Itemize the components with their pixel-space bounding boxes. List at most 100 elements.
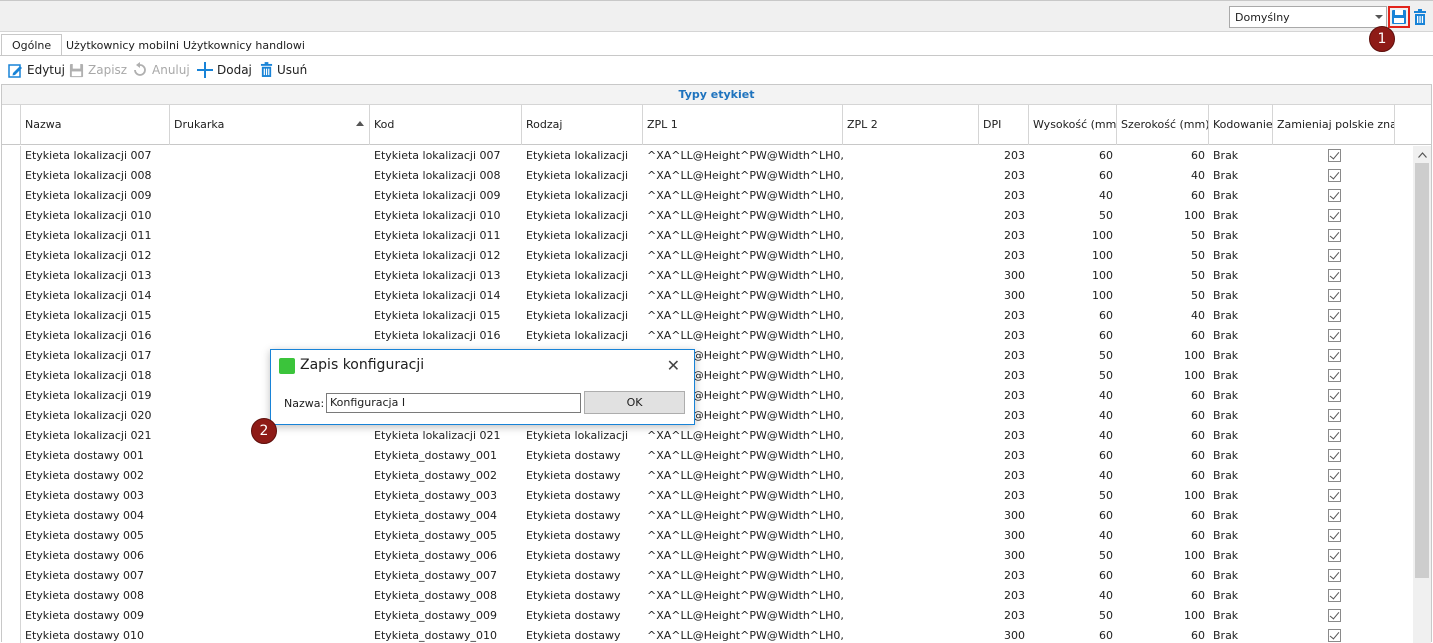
tab-mobile-users[interactable]: Użytkownicy mobilni	[56, 35, 189, 56]
table-row[interactable]: Etykieta lokalizacji 017 ^XA^LL@Height^PW…	[2, 346, 1413, 366]
tab-sales-users[interactable]: Użytkownicy handlowi	[173, 35, 315, 56]
table-row[interactable]: Etykieta lokalizacji 014 Etykieta lokaliz…	[2, 286, 1413, 306]
table-row[interactable]: Etykieta lokalizacji 011 Etykieta lokaliz…	[2, 226, 1413, 246]
replace-polish-checkbox[interactable]	[1328, 309, 1341, 322]
header-width[interactable]: Szerokość (mm)	[1117, 105, 1209, 145]
table-row[interactable]: Etykieta lokalizacji 016 Etykieta lokaliz…	[2, 326, 1413, 346]
table-row[interactable]: Etykieta dostawy 007 Etykieta_dostawy_007…	[2, 566, 1413, 586]
header-zpl1[interactable]: ZPL 1	[643, 105, 843, 145]
table-row[interactable]: Etykieta lokalizacji 018 ^XA^LL@Height^PW…	[2, 366, 1413, 386]
replace-polish-checkbox[interactable]	[1328, 529, 1341, 542]
replace-polish-checkbox[interactable]	[1328, 609, 1341, 622]
table-row[interactable]: Etykieta dostawy 003 Etykieta_dostawy_003…	[2, 486, 1413, 506]
table-row[interactable]: Etykieta lokalizacji 015 Etykieta lokaliz…	[2, 306, 1413, 326]
replace-polish-checkbox[interactable]	[1328, 469, 1341, 482]
header-printer[interactable]: Drukarka	[170, 105, 370, 145]
table-row[interactable]: Etykieta dostawy 009 Etykieta_dostawy_009…	[2, 606, 1413, 626]
header-dpi[interactable]: DPI	[979, 105, 1029, 145]
header-encoding[interactable]: Kodowanie	[1209, 105, 1273, 145]
replace-polish-checkbox[interactable]	[1328, 429, 1341, 442]
table-row[interactable]: Etykieta lokalizacji 021 Etykieta lokaliz…	[2, 426, 1413, 446]
cell-zpl2	[843, 286, 979, 306]
replace-polish-checkbox[interactable]	[1328, 169, 1341, 182]
table-row[interactable]: Etykieta dostawy 002 Etykieta_dostawy_002…	[2, 466, 1413, 486]
replace-polish-checkbox[interactable]	[1328, 349, 1341, 362]
cell-code: Etykieta lokalizacji 016	[374, 329, 501, 342]
replace-polish-checkbox[interactable]	[1328, 189, 1341, 202]
table-row[interactable]: Etykieta lokalizacji 009 Etykieta lokaliz…	[2, 186, 1413, 206]
header-kind[interactable]: Rodzaj	[522, 105, 643, 145]
replace-polish-checkbox[interactable]	[1328, 589, 1341, 602]
edit-button[interactable]: Edytuj	[8, 60, 65, 80]
replace-polish-checkbox[interactable]	[1328, 149, 1341, 162]
cell-kind: Etykieta dostawy	[526, 609, 621, 622]
cell-zpl1: ^XA^LL@Height^PW@Width^LH0,0...	[647, 189, 843, 202]
table-row[interactable]: Etykieta dostawy 005 Etykieta_dostawy_005…	[2, 526, 1413, 546]
header-code[interactable]: Kod	[370, 105, 522, 145]
table-row[interactable]: Etykieta lokalizacji 012 Etykieta lokaliz…	[2, 246, 1413, 266]
replace-polish-checkbox[interactable]	[1328, 569, 1341, 582]
replace-polish-checkbox[interactable]	[1328, 389, 1341, 402]
replace-polish-checkbox[interactable]	[1328, 549, 1341, 562]
replace-polish-checkbox[interactable]	[1328, 229, 1341, 242]
configuration-select[interactable]: Domyślny	[1229, 6, 1387, 28]
replace-polish-checkbox[interactable]	[1328, 209, 1341, 222]
delete-button[interactable]: Usuń	[260, 60, 307, 80]
scroll-up-icon[interactable]	[1413, 146, 1431, 163]
sort-ascending-icon	[356, 121, 364, 126]
cell-height: 60	[1099, 569, 1113, 582]
table-row[interactable]: Etykieta lokalizacji 010 Etykieta lokaliz…	[2, 206, 1413, 226]
cell-dpi: 203	[1004, 589, 1025, 602]
table-row[interactable]: Etykieta lokalizacji 020 ^XA^LL@Height^PW…	[2, 406, 1413, 426]
replace-polish-checkbox[interactable]	[1328, 409, 1341, 422]
header-replace-polish[interactable]: Zamieniaj polskie znaki	[1273, 105, 1395, 145]
replace-polish-checkbox[interactable]	[1328, 329, 1341, 342]
table-row[interactable]: Etykieta lokalizacji 007 Etykieta lokaliz…	[2, 146, 1413, 166]
dialog-titlebar[interactable]: Zapis konfiguracji ✕	[271, 350, 694, 382]
header-zpl2[interactable]: ZPL 2	[843, 105, 979, 145]
table-row[interactable]: Etykieta dostawy 008 Etykieta_dostawy_008…	[2, 586, 1413, 606]
table-row[interactable]: Etykieta dostawy 010 Etykieta_dostawy_010…	[2, 626, 1413, 643]
cell-code: Etykieta lokalizacji 008	[374, 169, 501, 182]
close-icon[interactable]: ✕	[667, 356, 680, 375]
add-button[interactable]: Dodaj	[197, 60, 252, 80]
replace-polish-checkbox[interactable]	[1328, 269, 1341, 282]
cell-encoding: Brak	[1213, 149, 1239, 162]
replace-polish-checkbox[interactable]	[1328, 289, 1341, 302]
cell-height: 100	[1092, 289, 1113, 302]
table-row[interactable]: Etykieta lokalizacji 013 Etykieta lokaliz…	[2, 266, 1413, 286]
table-row[interactable]: Etykieta lokalizacji 008 Etykieta lokaliz…	[2, 166, 1413, 186]
save-configuration-button[interactable]	[1388, 6, 1410, 28]
table-row[interactable]: Etykieta dostawy 006 Etykieta_dostawy_006…	[2, 546, 1413, 566]
replace-polish-checkbox[interactable]	[1328, 449, 1341, 462]
replace-polish-checkbox[interactable]	[1328, 489, 1341, 502]
cell-zpl1: ^XA^LL@Height^PW@Width^LH0,0...	[647, 569, 843, 582]
cell-width: 60	[1191, 149, 1205, 162]
cell-dpi: 203	[1004, 449, 1025, 462]
cell-code: Etykieta_dostawy_009	[374, 609, 498, 622]
replace-polish-checkbox[interactable]	[1328, 369, 1341, 382]
scrollbar-thumb[interactable]	[1415, 163, 1429, 578]
configuration-name-input[interactable]: Konfiguracja I	[326, 393, 581, 413]
save-button-label: Zapisz	[88, 63, 128, 77]
chevron-down-icon[interactable]	[1371, 7, 1386, 27]
replace-polish-checkbox[interactable]	[1328, 629, 1341, 642]
delete-configuration-button[interactable]	[1411, 7, 1429, 27]
replace-polish-checkbox[interactable]	[1328, 509, 1341, 522]
cell-zpl1: ^XA^LL@Height^PW@Width^LH0,0...	[647, 429, 843, 442]
edit-icon	[8, 63, 22, 78]
cell-name: Etykieta dostawy 002	[25, 469, 145, 482]
table-row[interactable]: Etykieta dostawy 001 Etykieta_dostawy_001…	[2, 446, 1413, 466]
ok-button[interactable]: OK	[584, 391, 685, 414]
cell-zpl2	[843, 626, 979, 643]
header-height[interactable]: Wysokość (mm)	[1029, 105, 1117, 145]
vertical-scrollbar[interactable]	[1413, 146, 1431, 643]
tab-general[interactable]: Ogólne	[1, 34, 63, 56]
cell-zpl2	[843, 366, 979, 386]
replace-polish-checkbox[interactable]	[1328, 249, 1341, 262]
cancel-button[interactable]: Anuluj	[132, 60, 190, 80]
table-row[interactable]: Etykieta dostawy 004 Etykieta_dostawy_004…	[2, 506, 1413, 526]
save-button[interactable]: Zapisz	[69, 60, 127, 80]
table-row[interactable]: Etykieta lokalizacji 019 ^XA^LL@Height^PW…	[2, 386, 1413, 406]
header-name[interactable]: Nazwa	[21, 105, 170, 145]
